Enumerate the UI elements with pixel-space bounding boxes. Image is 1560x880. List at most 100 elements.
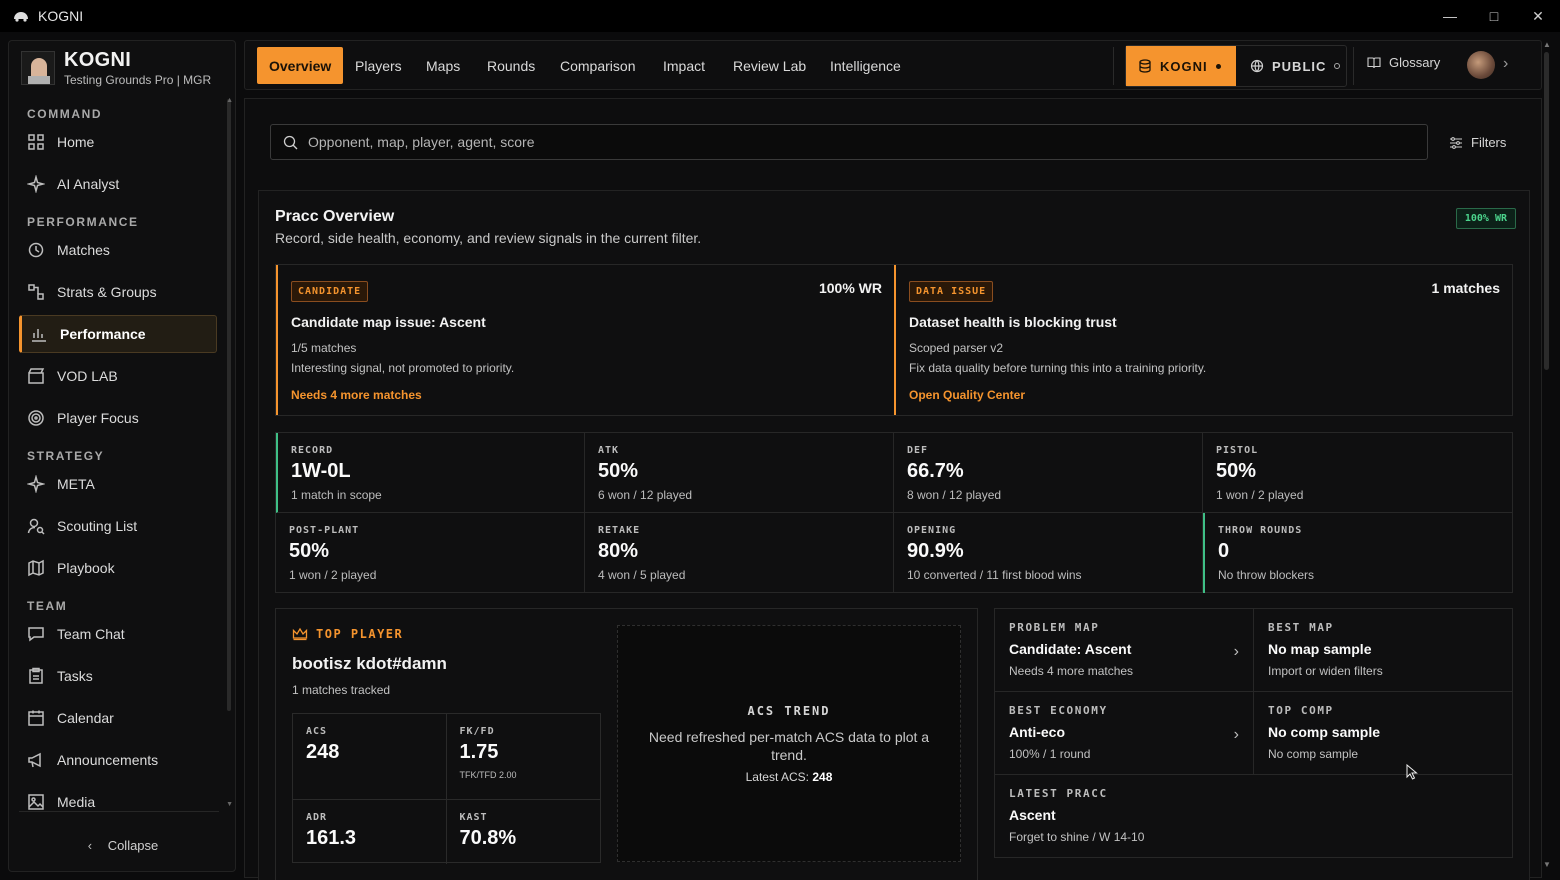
tab-intelligence[interactable]: Intelligence bbox=[818, 47, 913, 84]
sidebar-item-meta[interactable]: META bbox=[19, 465, 217, 503]
sidebar-item-strats[interactable]: Strats & Groups bbox=[19, 273, 217, 311]
sidebar-item-home[interactable]: Home bbox=[19, 123, 217, 161]
tab-rounds[interactable]: Rounds bbox=[475, 47, 547, 84]
team-kogni-button[interactable]: KOGNI bbox=[1126, 46, 1236, 86]
clapper-icon bbox=[28, 368, 45, 384]
stat-note: 4 won / 5 played bbox=[598, 568, 686, 582]
acs-latest-value: 248 bbox=[812, 770, 833, 784]
stat-label: OPENING bbox=[907, 525, 957, 536]
stat-value: 66.7% bbox=[907, 460, 964, 482]
scrollbar-thumb[interactable] bbox=[1544, 52, 1549, 370]
filters-label: Filters bbox=[1471, 135, 1507, 150]
tab-comparison[interactable]: Comparison bbox=[548, 47, 647, 84]
tab-review-lab[interactable]: Review Lab bbox=[721, 47, 818, 84]
sidebar-item-calendar[interactable]: Calendar bbox=[19, 699, 217, 737]
signal-row: CANDIDATE 100% WR Candidate map issue: A… bbox=[275, 264, 1513, 416]
insight-problem-map[interactable]: PROBLEM MAP Candidate: Ascent Needs 4 mo… bbox=[995, 609, 1254, 692]
insight-top-comp: TOP COMP No comp sample No comp sample bbox=[1254, 692, 1512, 775]
chevron-right-icon: › bbox=[1233, 643, 1239, 660]
scroll-down-icon[interactable]: ▼ bbox=[1542, 860, 1552, 869]
sidebar-item-label: AI Analyst bbox=[57, 176, 120, 192]
sidebar-scrollbar[interactable] bbox=[227, 99, 231, 711]
sidebar-item-performance[interactable]: Performance bbox=[19, 315, 217, 353]
stat-note: 10 converted / 11 first blood wins bbox=[907, 568, 1082, 582]
signal-card-data-issue[interactable]: DATA ISSUE 1 matches Dataset health is b… bbox=[894, 265, 1512, 415]
player-stat-kast: KAST 70.8% bbox=[447, 800, 601, 864]
sidebar-item-scouting-list[interactable]: Scouting List bbox=[19, 507, 217, 545]
acs-latest: Latest ACS: 248 bbox=[618, 770, 960, 784]
win-rate-badge: 100% WR bbox=[1455, 208, 1516, 229]
tab-maps[interactable]: Maps bbox=[414, 47, 472, 84]
insight-label: PROBLEM MAP bbox=[1009, 621, 1100, 634]
team-public-button[interactable]: PUBLIC bbox=[1238, 46, 1352, 86]
search-bar[interactable] bbox=[270, 124, 1428, 160]
glossary-button[interactable]: Glossary bbox=[1367, 55, 1440, 70]
main-scrollbar[interactable]: ▲ ▼ bbox=[1542, 40, 1552, 872]
maximize-button[interactable]: □ bbox=[1472, 0, 1516, 32]
signal-card-candidate[interactable]: CANDIDATE 100% WR Candidate map issue: A… bbox=[276, 265, 894, 415]
signal-link[interactable]: Needs 4 more matches bbox=[291, 388, 422, 402]
stat-record: RECORD 1W-0L 1 match in scope bbox=[276, 433, 585, 513]
insight-note: 100% / 1 round bbox=[1009, 747, 1091, 761]
filters-button[interactable]: Filters bbox=[1449, 135, 1506, 150]
sidebar-item-label: Strats & Groups bbox=[57, 284, 157, 300]
tab-overview[interactable]: Overview bbox=[257, 47, 344, 84]
sidebar-item-team-chat[interactable]: Team Chat bbox=[19, 615, 217, 653]
insight-note: Import or widen filters bbox=[1268, 664, 1383, 678]
sidebar-item-label: Playbook bbox=[57, 560, 115, 576]
minimize-button[interactable]: — bbox=[1428, 0, 1472, 32]
globe-icon bbox=[1250, 59, 1264, 73]
stat-post-plant: POST-PLANT 50% 1 won / 2 played bbox=[276, 513, 585, 593]
collapse-label: Collapse bbox=[107, 838, 159, 853]
insight-label: BEST MAP bbox=[1268, 621, 1334, 634]
signal-title: Dataset health is blocking trust bbox=[909, 314, 1117, 330]
close-button[interactable]: ✕ bbox=[1516, 0, 1560, 32]
app-logo-icon bbox=[14, 12, 28, 22]
sidebar-item-matches[interactable]: Matches bbox=[19, 231, 217, 269]
sidebar-item-media[interactable]: Media bbox=[19, 783, 217, 821]
status-dot-icon bbox=[1215, 63, 1221, 69]
tab-impact[interactable]: Impact bbox=[651, 47, 717, 84]
sidebar-item-ai-analyst[interactable]: AI Analyst bbox=[19, 165, 217, 203]
search-input[interactable] bbox=[308, 134, 1308, 150]
sidebar-item-player-focus[interactable]: Player Focus bbox=[19, 399, 217, 437]
brand-name: KOGNI bbox=[64, 49, 132, 71]
signal-tag: DATA ISSUE bbox=[909, 281, 994, 302]
overview-panel: Pracc Overview Record, side health, econ… bbox=[258, 190, 1530, 880]
sidebar-item-label: Announcements bbox=[57, 752, 159, 768]
stat-note: 8 won / 12 played bbox=[907, 488, 1002, 502]
sidebar-item-tasks[interactable]: Tasks bbox=[19, 657, 217, 695]
scroll-down-icon[interactable]: ▼ bbox=[226, 801, 233, 808]
user-avatar[interactable] bbox=[1467, 51, 1495, 79]
main-content: Filters Pracc Overview Record, side heal… bbox=[244, 98, 1542, 880]
sidebar-item-label: Matches bbox=[57, 242, 110, 258]
nav-divider bbox=[1353, 47, 1354, 85]
scroll-up-icon[interactable]: ▲ bbox=[226, 97, 233, 104]
insight-latest-pracc[interactable]: LATEST PRACC Ascent Forget to shine / W … bbox=[995, 775, 1512, 857]
title-bar: KOGNI — □ ✕ bbox=[0, 0, 1560, 32]
strats-icon bbox=[28, 284, 44, 300]
sidebar-item-vod-lab[interactable]: VOD LAB bbox=[19, 357, 217, 395]
sidebar-item-announcements[interactable]: Announcements bbox=[19, 741, 217, 779]
top-player-name[interactable]: bootisz kdot#damn bbox=[292, 654, 447, 674]
acs-trend-description: Need refreshed per-match ACS data to plo… bbox=[648, 729, 930, 763]
calendar-icon bbox=[28, 710, 44, 726]
insight-label: LATEST PRACC bbox=[1009, 787, 1108, 800]
team-public-label: PUBLIC bbox=[1272, 58, 1327, 74]
sidebar-item-playbook[interactable]: Playbook bbox=[19, 549, 217, 587]
team-switch: KOGNI PUBLIC bbox=[1125, 45, 1347, 87]
sidebar: KOGNI Testing Grounds Pro | MGR COMMAND … bbox=[8, 40, 236, 872]
sidebar-item-label: Tasks bbox=[57, 668, 93, 684]
acs-trend-box: ACS TREND Need refreshed per-match ACS d… bbox=[617, 625, 961, 862]
stat-value: 1.75 bbox=[459, 741, 499, 763]
tab-players[interactable]: Players bbox=[343, 47, 414, 84]
scroll-up-icon[interactable]: ▲ bbox=[1542, 40, 1552, 49]
chevron-right-icon[interactable]: › bbox=[1503, 55, 1508, 73]
signal-description: Fix data quality before turning this int… bbox=[909, 361, 1207, 375]
open-quality-center-link[interactable]: Open Quality Center bbox=[909, 388, 1025, 402]
team-kogni-label: KOGNI bbox=[1160, 58, 1208, 74]
stat-value: 50% bbox=[1216, 460, 1257, 482]
insight-note: Needs 4 more matches bbox=[1009, 664, 1134, 678]
collapse-button[interactable]: ‹ Collapse bbox=[9, 838, 237, 853]
insight-best-economy[interactable]: BEST ECONOMY Anti-eco 100% / 1 round › bbox=[995, 692, 1254, 775]
